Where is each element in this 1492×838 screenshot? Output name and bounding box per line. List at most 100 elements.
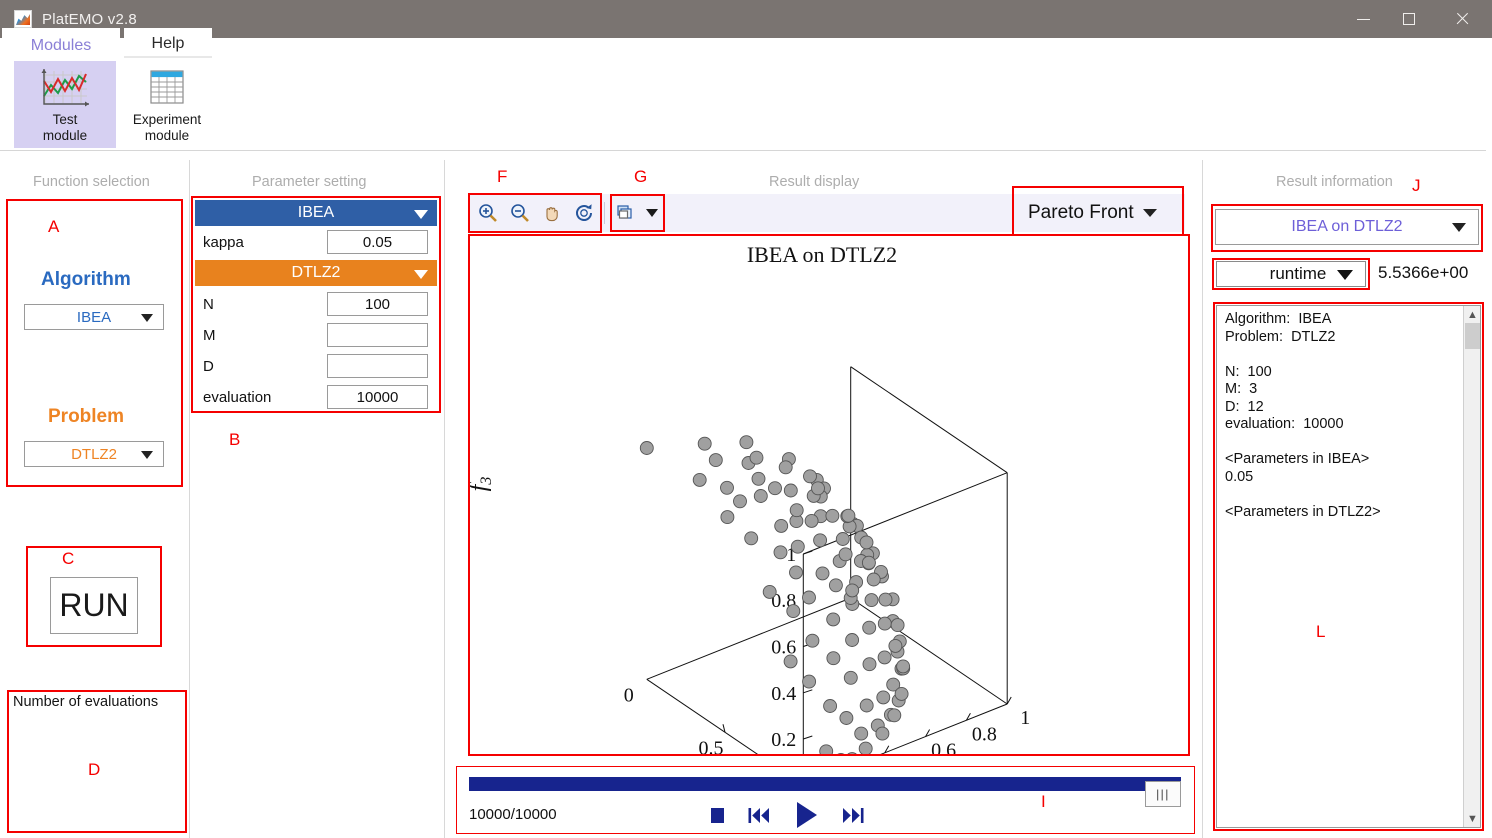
tab-modules[interactable]: Modules — [2, 28, 120, 58]
pareto-front-plot[interactable]: IBEA on DTLZ2 00.20.40.60.810.510.20.40.… — [470, 236, 1188, 754]
chevron-down-icon — [1452, 223, 1466, 232]
svg-text:0.5: 0.5 — [699, 737, 724, 754]
run-selector-dropdown[interactable]: IBEA on DTLZ2 — [1215, 209, 1479, 245]
test-module-button[interactable]: Test module — [14, 61, 116, 148]
scroll-down-icon[interactable]: ▼ — [1464, 810, 1480, 827]
window-title: PlatEMO v2.8 — [42, 10, 137, 28]
param-label-d: D — [203, 358, 214, 375]
scatter-point — [835, 532, 850, 546]
scatter-point — [790, 539, 805, 554]
scrollbar-thumb[interactable] — [1465, 323, 1480, 349]
svg-text:1: 1 — [1020, 707, 1030, 729]
scatter-point — [826, 651, 841, 666]
progress-slider[interactable]: ||| — [469, 777, 1181, 807]
param-label-n: N — [203, 296, 214, 313]
marker-c: C — [62, 549, 75, 568]
parameter-setting-header: Parameter setting — [252, 174, 367, 190]
param-input-kappa[interactable]: 0.05 — [327, 230, 428, 254]
param-label-m: M — [203, 327, 216, 344]
scatter-point — [768, 481, 782, 496]
chevron-down-icon — [1337, 270, 1353, 280]
slider-thumb[interactable]: ||| — [1145, 781, 1181, 807]
algorithm-param-header[interactable]: IBEA — [195, 200, 437, 226]
problem-param-header-label: DTLZ2 — [291, 264, 341, 281]
evaluation-counter: 10000/10000 — [469, 806, 557, 823]
evaluations-axes-caption: Number of evaluations — [13, 694, 159, 710]
scatter-point — [826, 612, 841, 627]
scatter-point — [811, 481, 825, 496]
toolbar-separator — [604, 202, 605, 224]
scatter-point — [825, 508, 840, 523]
scatter-point — [753, 489, 768, 503]
chevron-down-icon — [414, 210, 428, 219]
stop-icon — [711, 808, 724, 823]
metric-selector-value: runtime — [1269, 264, 1327, 283]
stop-button[interactable] — [707, 804, 727, 826]
scatter-point — [888, 638, 903, 653]
param-input-d[interactable] — [327, 354, 428, 378]
scatter-point — [819, 744, 834, 754]
param-input-m[interactable] — [327, 323, 428, 347]
scatter-point — [813, 533, 828, 548]
table-grid-icon — [139, 65, 195, 109]
scatter-point — [896, 659, 911, 674]
tabstrip: Modules Help — [0, 28, 1492, 58]
details-textarea[interactable]: Algorithm: IBEA Problem: DTLZ2 N: 100 M:… — [1216, 305, 1481, 828]
scatter-point — [876, 690, 891, 705]
svg-text:0.2: 0.2 — [771, 729, 796, 751]
tab-help[interactable]: Help — [124, 28, 212, 58]
divider-1 — [189, 160, 190, 838]
param-input-evaluation[interactable]: 10000 — [327, 385, 428, 409]
param-input-n-value: 100 — [364, 295, 391, 313]
step-forward-button[interactable] — [841, 804, 865, 826]
scatter-point — [878, 592, 893, 607]
run-button-label: RUN — [59, 587, 129, 623]
chevron-down-icon — [141, 451, 153, 459]
param-label-evaluation: evaluation — [203, 389, 272, 406]
algorithm-dropdown-value: IBEA — [76, 308, 112, 326]
svg-text:f3: f3 — [470, 477, 495, 492]
experiment-module-label: Experiment module — [132, 112, 202, 143]
scatter-point — [789, 503, 804, 518]
scatter-point — [803, 469, 817, 484]
playback-panel: ||| 10000/10000 I — [456, 766, 1195, 834]
algorithm-label: Algorithm — [41, 269, 131, 290]
run-button[interactable]: RUN — [50, 577, 138, 634]
scatter-point — [877, 616, 892, 631]
scatter-point — [862, 657, 877, 672]
play-icon — [797, 802, 817, 828]
scatter-point — [845, 633, 860, 647]
details-scrollbar[interactable]: ▲ ▼ — [1463, 306, 1480, 827]
svg-text:0.4: 0.4 — [771, 683, 796, 705]
maximize-icon — [1403, 13, 1415, 25]
scatter-point — [864, 593, 879, 608]
marker-f-box — [468, 193, 602, 233]
param-input-n[interactable]: 100 — [327, 292, 428, 316]
scatter-point — [877, 650, 892, 665]
svg-text:0.8: 0.8 — [972, 723, 997, 745]
scatter-point — [861, 555, 876, 570]
scatter-point — [828, 578, 843, 593]
experiment-module-button[interactable]: Experiment module — [116, 61, 218, 148]
problem-dropdown-value: DTLZ2 — [71, 445, 117, 463]
step-backward-button[interactable] — [747, 804, 771, 826]
svg-text:0.6: 0.6 — [931, 740, 956, 755]
run-selector-value: IBEA on DTLZ2 — [1291, 218, 1403, 235]
scatter-point — [859, 535, 874, 550]
problem-dropdown[interactable]: DTLZ2 — [24, 441, 164, 467]
function-selection-header: Function selection — [33, 174, 150, 190]
problem-label: Problem — [48, 406, 125, 427]
display-selector-box — [1012, 186, 1184, 239]
play-button[interactable] — [791, 799, 821, 831]
plot-title: IBEA on DTLZ2 — [747, 242, 897, 267]
scroll-up-icon[interactable]: ▲ — [1464, 306, 1480, 323]
problem-param-header[interactable]: DTLZ2 — [195, 260, 437, 286]
scatter-point — [720, 510, 735, 525]
metric-selector-dropdown[interactable]: runtime — [1216, 261, 1366, 287]
scatter-point — [773, 545, 788, 560]
tab-help-label: Help — [151, 35, 185, 52]
algorithm-dropdown[interactable]: IBEA — [24, 304, 164, 330]
marker-f: F — [497, 167, 508, 186]
scatter-point — [862, 620, 877, 635]
scatter-point — [739, 435, 754, 450]
